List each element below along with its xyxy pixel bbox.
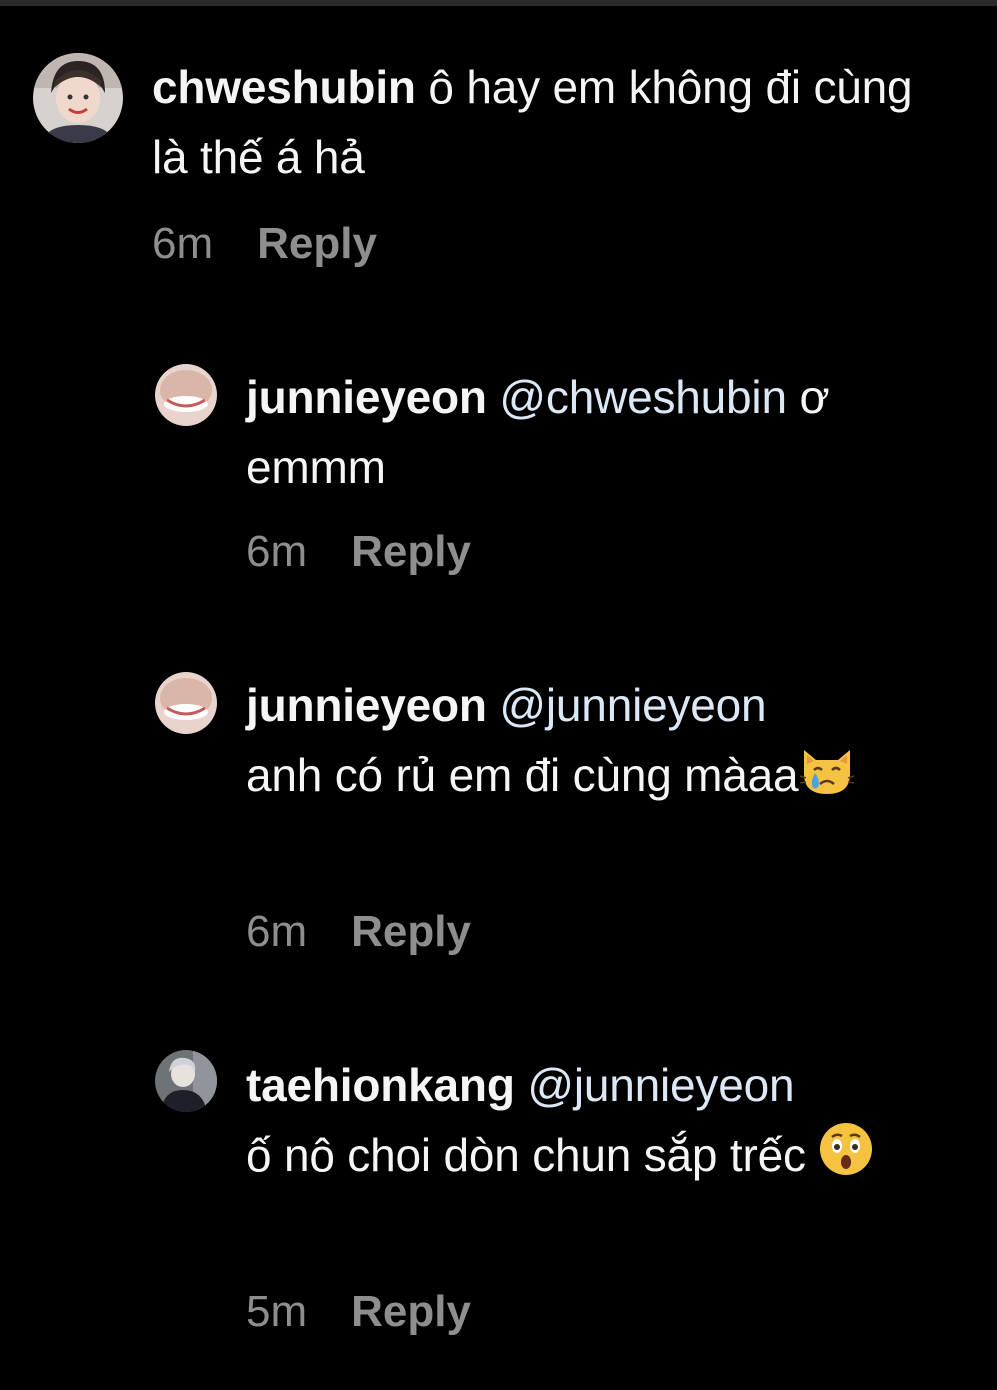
avatar[interactable] — [155, 1050, 217, 1112]
comment-body: junnieyeon @chweshubin ơ emmm — [246, 362, 946, 502]
hushed-face-icon — [818, 1121, 874, 1196]
comment-item: chweshubin ô hay em không đi cùng là thế… — [0, 0, 997, 290]
comment-meta: 6m Reply — [246, 902, 471, 962]
comment-body: chweshubin ô hay em không đi cùng là thế… — [152, 52, 952, 192]
comment-body: junnieyeon @junnieyeon anh có rủ em đi c… — [246, 670, 946, 817]
comment-text: anh có rủ em đi cùng màaa — [246, 749, 799, 801]
comment-meta: 6m Reply — [246, 522, 471, 582]
comment-timestamp: 6m — [152, 219, 214, 268]
comment-item: junnieyeon @chweshubin ơ emmm 6m Reply — [0, 340, 997, 610]
mention-link[interactable]: @junnieyeon — [527, 1059, 794, 1111]
comment-text: ố nô choi dòn chun sắp trếc — [246, 1129, 806, 1181]
comment-username[interactable]: taehionkang — [246, 1059, 515, 1111]
comment-timestamp: 5m — [246, 1287, 308, 1336]
comment-username[interactable]: junnieyeon — [246, 679, 487, 731]
comment-item: junnieyeon @junnieyeon anh có rủ em đi c… — [0, 650, 997, 980]
avatar[interactable] — [155, 672, 217, 734]
mention-link[interactable]: @junnieyeon — [499, 679, 766, 731]
avatar[interactable] — [33, 53, 123, 143]
comment-item: taehionkang @junnieyeon ố nô choi dòn ch… — [0, 1030, 997, 1360]
reply-button[interactable]: Reply — [257, 219, 377, 268]
comment-body: taehionkang @junnieyeon ố nô choi dòn ch… — [246, 1050, 966, 1196]
comment-meta: 5m Reply — [246, 1282, 471, 1342]
comment-timestamp: 6m — [246, 907, 308, 956]
comment-username[interactable]: junnieyeon — [246, 371, 487, 423]
comment-timestamp: 6m — [246, 527, 308, 576]
reply-button[interactable]: Reply — [351, 1287, 471, 1336]
mention-link[interactable]: @chweshubin — [499, 371, 787, 423]
avatar[interactable] — [155, 364, 217, 426]
reply-button[interactable]: Reply — [351, 907, 471, 956]
reply-button[interactable]: Reply — [351, 527, 471, 576]
comment-meta: 6m Reply — [152, 214, 377, 274]
comment-username[interactable]: chweshubin — [152, 61, 416, 113]
crying-cat-face-icon — [798, 740, 856, 817]
